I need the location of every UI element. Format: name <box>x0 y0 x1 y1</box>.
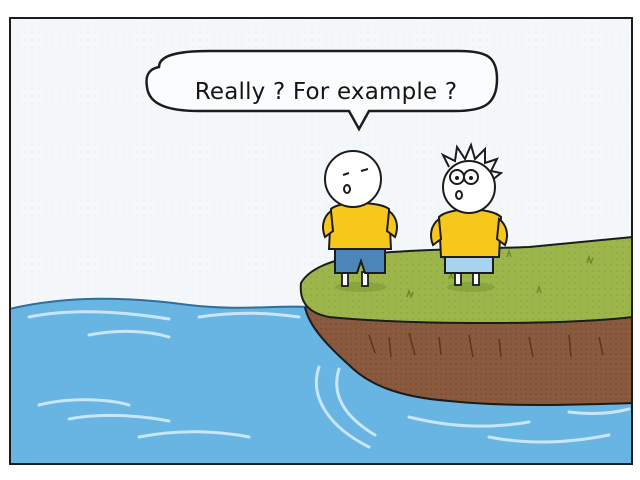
speech-bubble-text: Really ? For example ? <box>194 79 458 105</box>
comic-panel: Really ? For example ? <box>9 17 633 465</box>
